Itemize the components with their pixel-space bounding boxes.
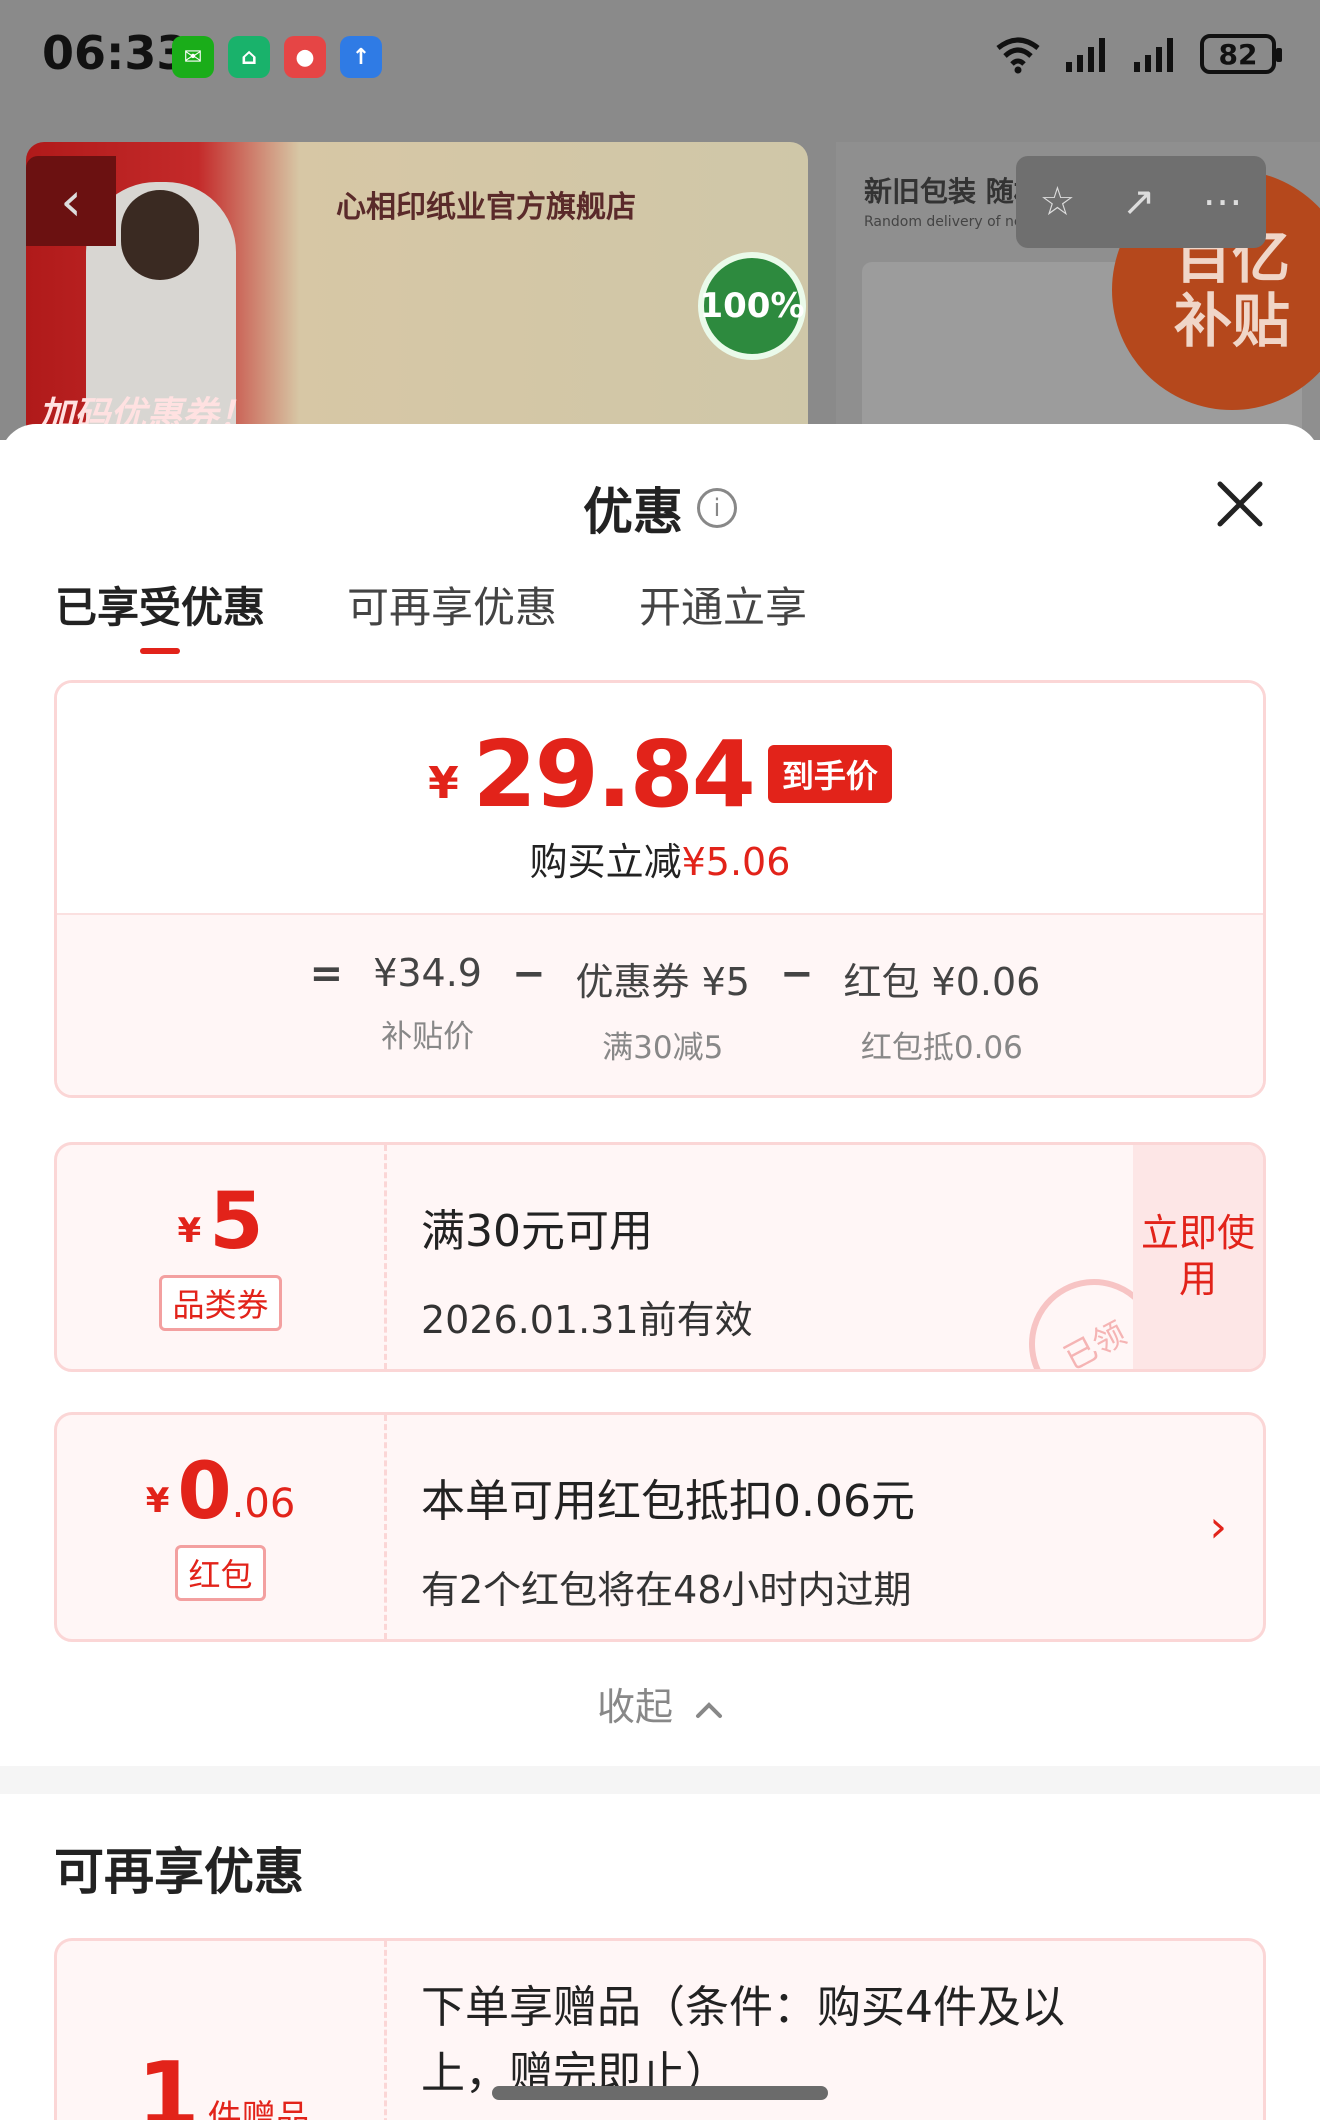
coupon-amount: ¥ 5: [178, 1183, 264, 1261]
tab-more-available[interactable]: 可再享优惠: [347, 564, 557, 654]
price-currency: ¥: [428, 758, 459, 809]
store-name: 心相印纸业官方旗舰店: [336, 190, 636, 225]
status-time: 06:33: [42, 26, 189, 80]
product-page-background: 06:33 ✉ ⌂ ● ↑ 82 心相印纸业官方旗舰店 100% 加码优惠券！ …: [0, 0, 1320, 440]
red-packet-dec: .06: [231, 1481, 296, 1527]
final-price-tag: 到手价: [767, 745, 892, 803]
signal-icon-1: [1066, 38, 1105, 72]
minus-sign: −: [511, 951, 546, 997]
tab-activate[interactable]: 开通立享: [639, 564, 807, 654]
app-notification-icon: ●: [284, 36, 326, 78]
red-packet-int: 0: [177, 1447, 232, 1537]
red-packet-currency: ¥: [145, 1481, 170, 1521]
more-offers-title: 可再享优惠: [54, 1843, 304, 1901]
price-summary-card: ¥ 29.84 到手价 购买立减¥5.06 = ¥34.9 补贴价 − 优惠券 …: [54, 680, 1266, 1098]
gift-count: 1 件赠品: [137, 2051, 310, 2120]
breakdown-subsidy-price: ¥34.9 补贴价: [373, 951, 482, 1095]
minus-sign: −: [779, 951, 814, 997]
section-divider: [0, 1766, 1320, 1794]
discount-sheet: 优惠 i 已享受优惠 可再享优惠 开通立享 ¥ 29.84 到手价 购买立减¥5…: [0, 424, 1320, 2120]
share-icon[interactable]: ↗: [1122, 179, 1156, 225]
product-banner: 心相印纸业官方旗舰店 100% 加码优惠券！: [26, 142, 808, 440]
favorite-icon[interactable]: ☆: [1039, 179, 1075, 225]
gift-count-block: 1 件赠品: [57, 1941, 387, 2120]
breakdown-coupon: 优惠券 ¥5 满30减5: [575, 951, 750, 1095]
red-packet-amount-block: ¥ 0 .06 红包: [57, 1415, 387, 1639]
badge-100: 100%: [698, 252, 806, 360]
breakdown-main: 红包 ¥0.06: [843, 960, 1041, 1004]
tab-enjoyed[interactable]: 已享受优惠: [55, 564, 265, 654]
notification-icons: ✉ ⌂ ● ↑: [172, 36, 382, 78]
signal-icon-2: [1134, 38, 1173, 72]
price-top: ¥ 29.84 到手价 购买立减¥5.06: [57, 683, 1263, 913]
breakdown-red-packet: 红包 ¥0.06 红包抵0.06: [843, 951, 1041, 1095]
chevron-up-icon: [696, 1701, 723, 1718]
breakdown-main: 优惠券 ¥5: [575, 960, 750, 1004]
coupon-value: 5: [209, 1177, 264, 1267]
saving-line: 购买立减¥5.06: [57, 831, 1263, 886]
top-actions: ☆ ↗ ⋯: [1016, 156, 1266, 248]
subsidy-line2: 补贴: [1173, 287, 1290, 355]
battery-indicator: 82: [1200, 34, 1282, 74]
chevron-right-icon[interactable]: ›: [1209, 1502, 1227, 1553]
red-packet-details: 本单可用红包抵扣0.06元 有2个红包将在48小时内过期: [421, 1465, 915, 1614]
collapse-button[interactable]: 收起: [0, 1676, 1320, 1731]
red-packet-amount: ¥ 0 .06: [146, 1453, 296, 1531]
close-icon[interactable]: [1210, 474, 1270, 534]
spokesperson-head: [121, 190, 199, 280]
sheet-header: 优惠 i: [0, 424, 1320, 564]
wifi-icon: [996, 37, 1040, 74]
final-price: 29.84: [472, 721, 756, 828]
red-packet-expiry: 有2个红包将在48小时内过期: [421, 1568, 912, 1612]
saving-prefix: 购买立减: [529, 840, 682, 884]
gift-count-value: 1: [137, 2043, 200, 2120]
sheet-title: 优惠: [583, 483, 683, 541]
use-now-button[interactable]: 立即使用: [1133, 1145, 1263, 1369]
more-icon[interactable]: ⋯: [1203, 179, 1243, 225]
mi-home-icon: ⌂: [228, 36, 270, 78]
coupon-validity: 2026.01.31前有效: [421, 1298, 753, 1342]
red-packet-badge: 红包: [175, 1545, 266, 1601]
status-indicators: 82: [994, 34, 1282, 74]
saving-value: ¥5.06: [681, 840, 791, 884]
collapse-label: 收起: [596, 1685, 673, 1729]
sheet-title-group: 优惠 i: [583, 472, 737, 544]
upload-icon: ↑: [340, 36, 382, 78]
tab-bar: 已享受优惠 可再享优惠 开通立享: [0, 564, 1320, 684]
red-packet-title: 本单可用红包抵扣0.06元: [421, 1476, 915, 1527]
coupon-currency: ¥: [177, 1211, 202, 1251]
home-indicator[interactable]: [492, 2086, 828, 2100]
coupon-type-badge: 品类券: [159, 1275, 282, 1331]
coupon-condition: 满30元可用: [421, 1206, 653, 1257]
final-price-line: ¥ 29.84 到手价: [57, 683, 1263, 821]
gift-count-unit: 件赠品: [207, 2098, 310, 2120]
breakdown-sub: 补贴价: [381, 1019, 475, 1055]
breakdown-sub: 红包抵0.06: [860, 1030, 1023, 1066]
status-bar: 06:33 ✉ ⌂ ● ↑ 82: [0, 0, 1320, 120]
red-packet-card[interactable]: ¥ 0 .06 红包 本单可用红包抵扣0.06元 有2个红包将在48小时内过期 …: [54, 1412, 1266, 1642]
breakdown-main: ¥34.9: [373, 951, 482, 995]
coupon-details: 满30元可用 2026.01.31前有效: [421, 1195, 753, 1344]
back-icon[interactable]: ‹: [26, 156, 116, 246]
info-icon[interactable]: i: [697, 488, 737, 528]
wechat-icon: ✉: [172, 36, 214, 78]
category-coupon-card[interactable]: ¥ 5 品类券 满30元可用 2026.01.31前有效 已领 立即使用: [54, 1142, 1266, 1372]
price-breakdown: = ¥34.9 补贴价 − 优惠券 ¥5 满30减5 − 红包 ¥0.06 红包…: [57, 913, 1263, 1095]
sheet-title-row: 优惠 i: [0, 472, 1320, 544]
breakdown-sub: 满30减5: [602, 1030, 724, 1066]
equals-sign: =: [309, 951, 344, 997]
coupon-amount-block: ¥ 5 品类券: [57, 1145, 387, 1369]
